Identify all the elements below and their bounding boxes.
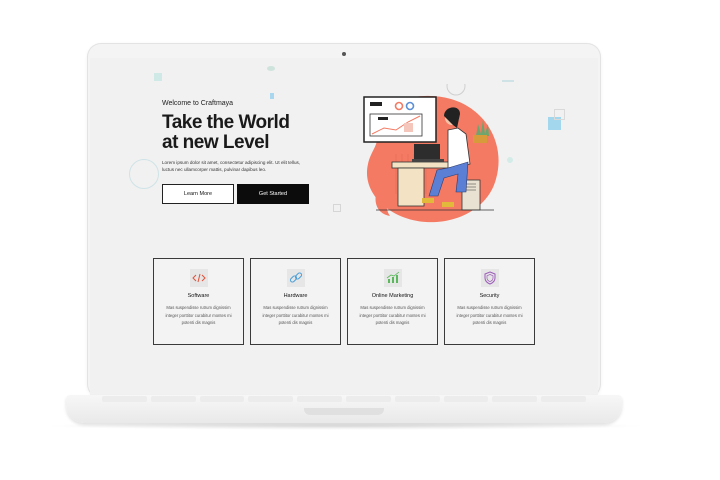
learn-more-button[interactable]: Learn More: [162, 184, 234, 204]
hero-title: Take the World at new Level: [162, 113, 332, 153]
board-box: [404, 123, 413, 132]
hero-title-line1: Take the World: [162, 112, 290, 133]
card-description: Mas suspendisse rutrum dignissim integer…: [456, 305, 523, 325]
deco-dot: [270, 93, 274, 99]
feature-card-online-marketing[interactable]: Online Marketing Mas suspendisse rutrum …: [347, 258, 438, 345]
laptop-camera: [342, 52, 346, 56]
get-started-button[interactable]: Get Started: [237, 184, 309, 204]
code-icon: [189, 269, 208, 287]
plant-pot: [473, 135, 487, 143]
shield-icon: [480, 269, 499, 287]
laptop-device: [414, 144, 440, 160]
deco-leaf: [267, 66, 275, 71]
desk-top: [391, 161, 455, 169]
deco-square-outline: [554, 109, 565, 120]
board-tag: [378, 117, 388, 120]
laptop-shadow: [40, 422, 650, 430]
feature-card-software[interactable]: Software Mas suspendisse rutrum dignissi…: [153, 258, 244, 345]
feature-card-hardware[interactable]: Hardware Mas suspendisse rutrum dignissi…: [250, 258, 341, 345]
card-title: Hardware: [283, 293, 308, 299]
deco-dash: [502, 80, 514, 82]
hero-title-line2: at new Level: [162, 132, 270, 153]
card-title: Online Marketing: [371, 293, 414, 299]
board-graph: [369, 113, 423, 137]
feature-cards: Software Mas suspendisse rutrum dignissi…: [153, 258, 535, 345]
deco-square: [154, 73, 162, 81]
deco-circle: [446, 84, 466, 96]
laptop-screen: Welcome to Craftmaya Take the World at n…: [90, 58, 598, 396]
keyboard-edge: [102, 396, 586, 408]
deco-ring: [129, 159, 159, 189]
chart-icon: [383, 269, 402, 287]
hero-description: Lorem ipsum dolor sit amet, consectetur …: [162, 160, 301, 172]
laptop-device-base: [412, 159, 444, 162]
feature-card-security[interactable]: Security Mas suspendisse rutrum dignissi…: [444, 258, 535, 345]
card-description: Mas suspendisse rutrum dignissim integer…: [165, 305, 232, 325]
page: Welcome to Craftmaya Take the World at n…: [0, 0, 720, 480]
card-description: Mas suspendisse rutrum dignissim integer…: [262, 305, 329, 325]
board-label: [370, 102, 382, 106]
deco-square-small: [333, 204, 341, 212]
card-title: Security: [479, 293, 500, 299]
person-shoe-1: [422, 198, 434, 203]
laptop-groove: [304, 408, 384, 415]
link-icon: [286, 269, 305, 287]
card-description: Mas suspendisse rutrum dignissim integer…: [359, 305, 426, 325]
card-title: Software: [187, 293, 210, 299]
person-shoe-2: [442, 202, 454, 207]
hero-illustration: [363, 84, 499, 223]
desk-drawer: [397, 167, 425, 207]
welcome-text: Welcome to Craftmaya: [162, 100, 234, 107]
